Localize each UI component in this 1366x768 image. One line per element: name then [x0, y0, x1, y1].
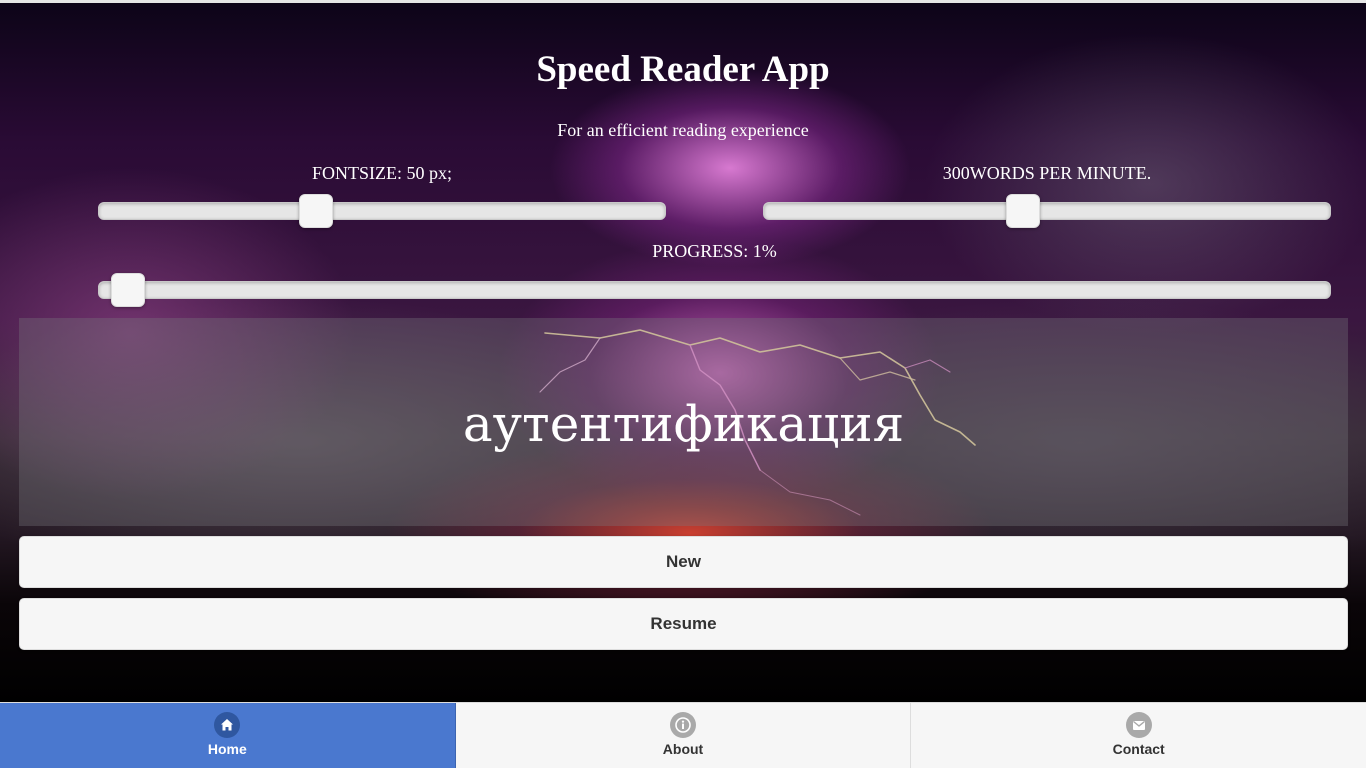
fontsize-slider-handle[interactable]: [298, 194, 333, 228]
wpm-label: 300WORDS PER MINUTE.: [942, 163, 1152, 183]
progress-label: PROGRESS: 1%: [652, 241, 777, 261]
new-button[interactable]: New: [19, 536, 1348, 588]
nav-home[interactable]: Home: [0, 703, 456, 768]
nav-home-label: Home: [207, 741, 247, 757]
nav-contact-label: Contact: [1112, 741, 1165, 757]
info-icon: [670, 712, 696, 738]
page-title: Speed Reader App: [536, 49, 830, 90]
nav-about-label: About: [662, 741, 704, 757]
fontsize-slider[interactable]: [98, 194, 666, 228]
resume-button[interactable]: Resume: [19, 598, 1348, 650]
nav-contact[interactable]: Contact: [911, 703, 1366, 768]
nav-about[interactable]: About: [455, 703, 912, 768]
page-subtitle: For an efficient reading experience: [557, 120, 809, 140]
progress-slider-handle[interactable]: [110, 273, 145, 307]
current-word: аутентификация: [462, 395, 905, 453]
bottom-navbar: Home About Contact: [0, 702, 1366, 768]
wpm-slider-handle[interactable]: [1006, 194, 1041, 228]
reader-display: аутентификация: [19, 318, 1348, 526]
home-icon: [214, 712, 241, 738]
progress-slider[interactable]: [98, 273, 1331, 307]
mail-icon: [1125, 712, 1152, 738]
fontsize-label: FONTSIZE: 50 px;: [311, 163, 452, 183]
wpm-slider[interactable]: [763, 194, 1331, 228]
